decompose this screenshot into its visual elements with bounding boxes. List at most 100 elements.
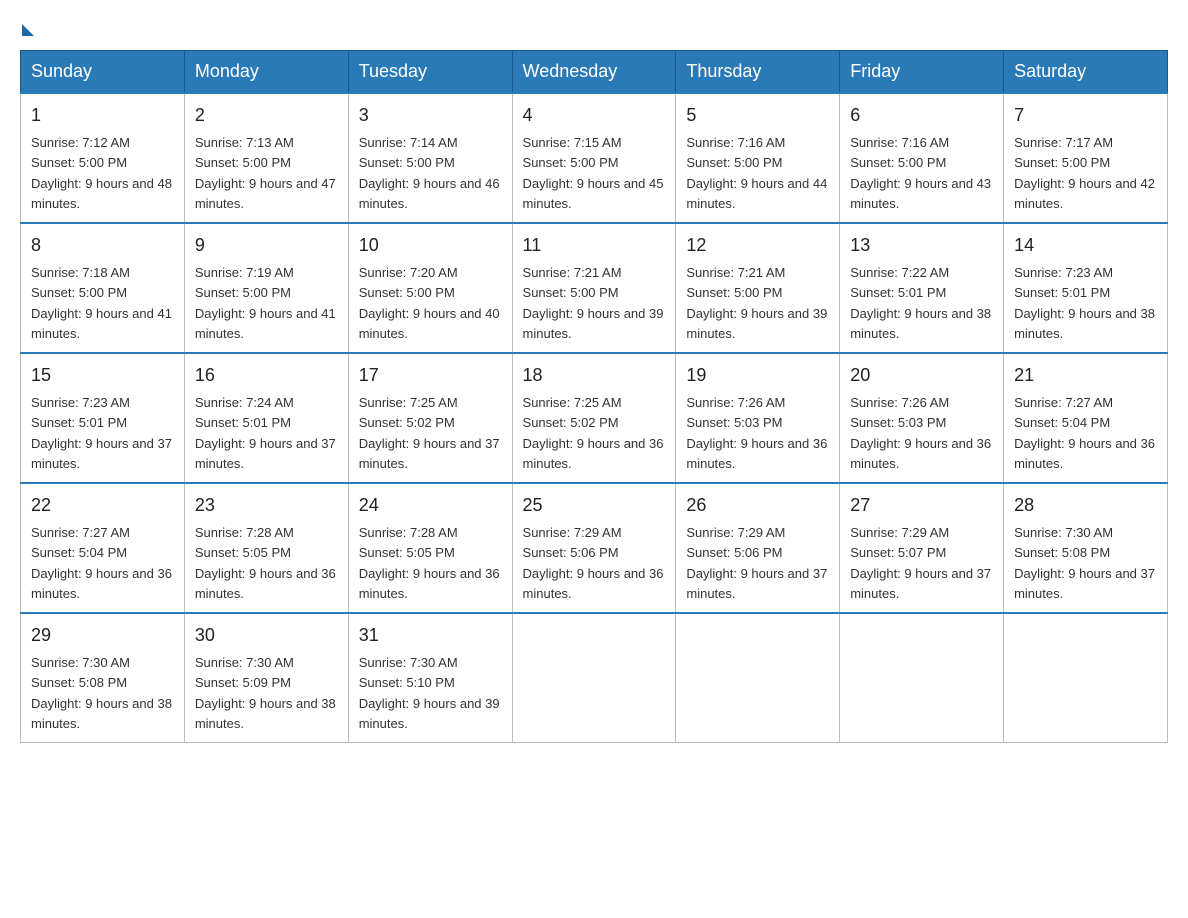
day-info: Sunrise: 7:17 AMSunset: 5:00 PMDaylight:…	[1014, 135, 1155, 211]
day-number: 22	[31, 492, 174, 519]
day-number: 29	[31, 622, 174, 649]
day-number: 11	[523, 232, 666, 259]
calendar-cell: 15 Sunrise: 7:23 AMSunset: 5:01 PMDayligh…	[21, 353, 185, 483]
calendar-cell: 28 Sunrise: 7:30 AMSunset: 5:08 PMDayligh…	[1004, 483, 1168, 613]
logo-arrow-icon	[22, 24, 34, 36]
calendar-cell: 24 Sunrise: 7:28 AMSunset: 5:05 PMDayligh…	[348, 483, 512, 613]
day-info: Sunrise: 7:26 AMSunset: 5:03 PMDaylight:…	[850, 395, 991, 471]
calendar-cell: 16 Sunrise: 7:24 AMSunset: 5:01 PMDayligh…	[184, 353, 348, 483]
day-info: Sunrise: 7:15 AMSunset: 5:00 PMDaylight:…	[523, 135, 664, 211]
day-number: 3	[359, 102, 502, 129]
header-saturday: Saturday	[1004, 51, 1168, 94]
day-number: 31	[359, 622, 502, 649]
calendar-cell: 17 Sunrise: 7:25 AMSunset: 5:02 PMDayligh…	[348, 353, 512, 483]
calendar-cell: 30 Sunrise: 7:30 AMSunset: 5:09 PMDayligh…	[184, 613, 348, 743]
day-info: Sunrise: 7:24 AMSunset: 5:01 PMDaylight:…	[195, 395, 336, 471]
day-number: 6	[850, 102, 993, 129]
calendar-cell: 22 Sunrise: 7:27 AMSunset: 5:04 PMDayligh…	[21, 483, 185, 613]
header-tuesday: Tuesday	[348, 51, 512, 94]
day-number: 17	[359, 362, 502, 389]
calendar-cell: 7 Sunrise: 7:17 AMSunset: 5:00 PMDaylight…	[1004, 93, 1168, 223]
day-number: 2	[195, 102, 338, 129]
calendar-cell: 26 Sunrise: 7:29 AMSunset: 5:06 PMDayligh…	[676, 483, 840, 613]
day-info: Sunrise: 7:25 AMSunset: 5:02 PMDaylight:…	[359, 395, 500, 471]
calendar-week-row: 29 Sunrise: 7:30 AMSunset: 5:08 PMDayligh…	[21, 613, 1168, 743]
calendar-cell: 29 Sunrise: 7:30 AMSunset: 5:08 PMDayligh…	[21, 613, 185, 743]
day-number: 9	[195, 232, 338, 259]
day-number: 14	[1014, 232, 1157, 259]
calendar-cell: 23 Sunrise: 7:28 AMSunset: 5:05 PMDayligh…	[184, 483, 348, 613]
calendar-cell: 25 Sunrise: 7:29 AMSunset: 5:06 PMDayligh…	[512, 483, 676, 613]
header-thursday: Thursday	[676, 51, 840, 94]
calendar-cell: 12 Sunrise: 7:21 AMSunset: 5:00 PMDayligh…	[676, 223, 840, 353]
day-info: Sunrise: 7:28 AMSunset: 5:05 PMDaylight:…	[359, 525, 500, 601]
calendar-cell: 20 Sunrise: 7:26 AMSunset: 5:03 PMDayligh…	[840, 353, 1004, 483]
day-info: Sunrise: 7:30 AMSunset: 5:09 PMDaylight:…	[195, 655, 336, 731]
header-friday: Friday	[840, 51, 1004, 94]
day-number: 7	[1014, 102, 1157, 129]
calendar-week-row: 22 Sunrise: 7:27 AMSunset: 5:04 PMDayligh…	[21, 483, 1168, 613]
calendar-cell: 1Sunrise: 7:12 AMSunset: 5:00 PMDaylight…	[21, 93, 185, 223]
day-info: Sunrise: 7:30 AMSunset: 5:10 PMDaylight:…	[359, 655, 500, 731]
day-number: 4	[523, 102, 666, 129]
calendar-table: SundayMondayTuesdayWednesdayThursdayFrid…	[20, 50, 1168, 743]
day-info: Sunrise: 7:27 AMSunset: 5:04 PMDaylight:…	[31, 525, 172, 601]
day-number: 5	[686, 102, 829, 129]
day-number: 15	[31, 362, 174, 389]
calendar-cell: 31 Sunrise: 7:30 AMSunset: 5:10 PMDayligh…	[348, 613, 512, 743]
calendar-week-row: 8 Sunrise: 7:18 AMSunset: 5:00 PMDaylight…	[21, 223, 1168, 353]
day-number: 25	[523, 492, 666, 519]
day-info: Sunrise: 7:16 AMSunset: 5:00 PMDaylight:…	[686, 135, 827, 211]
day-info: Sunrise: 7:16 AMSunset: 5:00 PMDaylight:…	[850, 135, 991, 211]
day-number: 28	[1014, 492, 1157, 519]
day-number: 30	[195, 622, 338, 649]
day-info: Sunrise: 7:23 AMSunset: 5:01 PMDaylight:…	[1014, 265, 1155, 341]
day-info: Sunrise: 7:21 AMSunset: 5:00 PMDaylight:…	[686, 265, 827, 341]
day-number: 12	[686, 232, 829, 259]
calendar-cell: 13 Sunrise: 7:22 AMSunset: 5:01 PMDayligh…	[840, 223, 1004, 353]
day-info: Sunrise: 7:19 AMSunset: 5:00 PMDaylight:…	[195, 265, 336, 341]
day-info: Sunrise: 7:29 AMSunset: 5:07 PMDaylight:…	[850, 525, 991, 601]
day-number: 10	[359, 232, 502, 259]
logo	[20, 20, 34, 32]
day-number: 19	[686, 362, 829, 389]
calendar-cell: 19 Sunrise: 7:26 AMSunset: 5:03 PMDayligh…	[676, 353, 840, 483]
calendar-week-row: 15 Sunrise: 7:23 AMSunset: 5:01 PMDayligh…	[21, 353, 1168, 483]
day-number: 18	[523, 362, 666, 389]
calendar-cell: 10 Sunrise: 7:20 AMSunset: 5:00 PMDayligh…	[348, 223, 512, 353]
day-info: Sunrise: 7:22 AMSunset: 5:01 PMDaylight:…	[850, 265, 991, 341]
day-number: 16	[195, 362, 338, 389]
calendar-header-row: SundayMondayTuesdayWednesdayThursdayFrid…	[21, 51, 1168, 94]
calendar-cell	[676, 613, 840, 743]
day-number: 24	[359, 492, 502, 519]
calendar-cell: 4 Sunrise: 7:15 AMSunset: 5:00 PMDaylight…	[512, 93, 676, 223]
day-number: 20	[850, 362, 993, 389]
day-info: Sunrise: 7:18 AMSunset: 5:00 PMDaylight:…	[31, 265, 172, 341]
day-info: Sunrise: 7:28 AMSunset: 5:05 PMDaylight:…	[195, 525, 336, 601]
calendar-cell: 21Sunrise: 7:27 AMSunset: 5:04 PMDayligh…	[1004, 353, 1168, 483]
day-info: Sunrise: 7:29 AMSunset: 5:06 PMDaylight:…	[523, 525, 664, 601]
calendar-cell	[1004, 613, 1168, 743]
day-info: Sunrise: 7:26 AMSunset: 5:03 PMDaylight:…	[686, 395, 827, 471]
day-info: Sunrise: 7:29 AMSunset: 5:06 PMDaylight:…	[686, 525, 827, 601]
calendar-cell: 11Sunrise: 7:21 AMSunset: 5:00 PMDayligh…	[512, 223, 676, 353]
day-number: 8	[31, 232, 174, 259]
day-info: Sunrise: 7:30 AMSunset: 5:08 PMDaylight:…	[31, 655, 172, 731]
calendar-cell: 2 Sunrise: 7:13 AMSunset: 5:00 PMDaylight…	[184, 93, 348, 223]
day-number: 1	[31, 102, 174, 129]
day-number: 13	[850, 232, 993, 259]
header-wednesday: Wednesday	[512, 51, 676, 94]
calendar-cell: 18Sunrise: 7:25 AMSunset: 5:02 PMDayligh…	[512, 353, 676, 483]
calendar-cell: 6 Sunrise: 7:16 AMSunset: 5:00 PMDaylight…	[840, 93, 1004, 223]
day-info: Sunrise: 7:13 AMSunset: 5:00 PMDaylight:…	[195, 135, 336, 211]
day-number: 23	[195, 492, 338, 519]
day-info: Sunrise: 7:23 AMSunset: 5:01 PMDaylight:…	[31, 395, 172, 471]
header-sunday: Sunday	[21, 51, 185, 94]
day-number: 26	[686, 492, 829, 519]
day-info: Sunrise: 7:20 AMSunset: 5:00 PMDaylight:…	[359, 265, 500, 341]
day-number: 21	[1014, 362, 1157, 389]
calendar-cell: 8 Sunrise: 7:18 AMSunset: 5:00 PMDaylight…	[21, 223, 185, 353]
calendar-cell: 27Sunrise: 7:29 AMSunset: 5:07 PMDayligh…	[840, 483, 1004, 613]
day-info: Sunrise: 7:30 AMSunset: 5:08 PMDaylight:…	[1014, 525, 1155, 601]
page-header	[20, 20, 1168, 32]
